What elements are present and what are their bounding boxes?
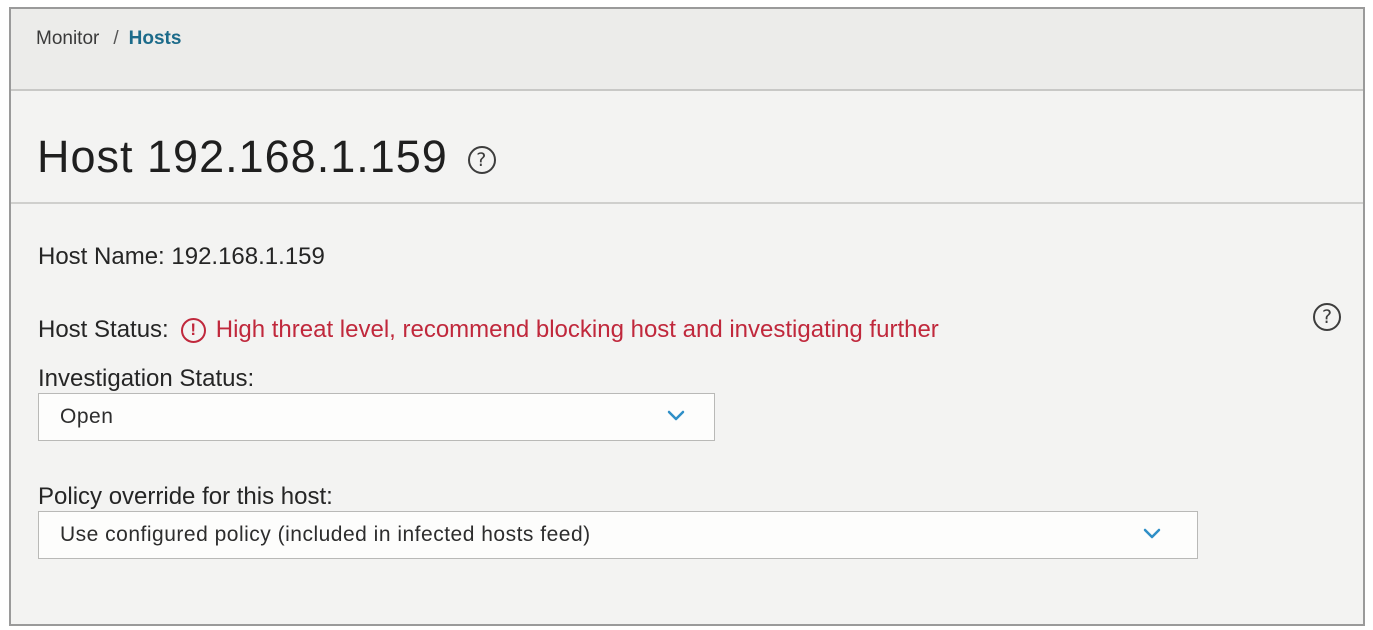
- policy-override-value: Use configured policy (included in infec…: [60, 523, 591, 546]
- title-divider: [11, 202, 1363, 204]
- breadcrumb-hosts-current: Hosts: [128, 28, 182, 49]
- breadcrumb-separator: /: [113, 28, 119, 49]
- host-name-row: Host Name: 192.168.1.159: [38, 243, 325, 271]
- host-name-label: Host Name:: [38, 243, 165, 270]
- host-name-value: 192.168.1.159: [171, 243, 325, 270]
- host-status-label: Host Status:: [38, 316, 169, 343]
- page-title-text: Host 192.168.1.159: [37, 131, 448, 182]
- investigation-status-value: Open: [60, 405, 114, 428]
- host-status-row: Host Status: ! High threat level, recomm…: [38, 316, 939, 344]
- policy-override-select[interactable]: Use configured policy (included in infec…: [38, 511, 1198, 559]
- host-status-help-icon[interactable]: ?: [1313, 303, 1341, 331]
- chevron-down-icon: [1143, 528, 1161, 539]
- investigation-status-label: Investigation Status:: [38, 365, 255, 392]
- alert-circle-icon: !: [180, 317, 206, 343]
- chevron-down-icon: [667, 410, 685, 421]
- host-detail-panel: Monitor / Hosts Host 192.168.1.159 ? Host …: [9, 7, 1365, 626]
- question-circle-icon[interactable]: ?: [467, 146, 496, 174]
- breadcrumb: Monitor / Hosts: [36, 28, 181, 50]
- host-status-text: High threat level, recommend blocking ho…: [215, 316, 939, 343]
- page-title: Host 192.168.1.159 ?: [37, 131, 496, 183]
- investigation-status-select[interactable]: Open: [38, 393, 715, 441]
- breadcrumb-monitor-link[interactable]: Monitor: [36, 28, 99, 49]
- policy-override-label: Policy override for this host:: [38, 483, 333, 510]
- breadcrumb-bar: Monitor / Hosts: [11, 9, 1363, 91]
